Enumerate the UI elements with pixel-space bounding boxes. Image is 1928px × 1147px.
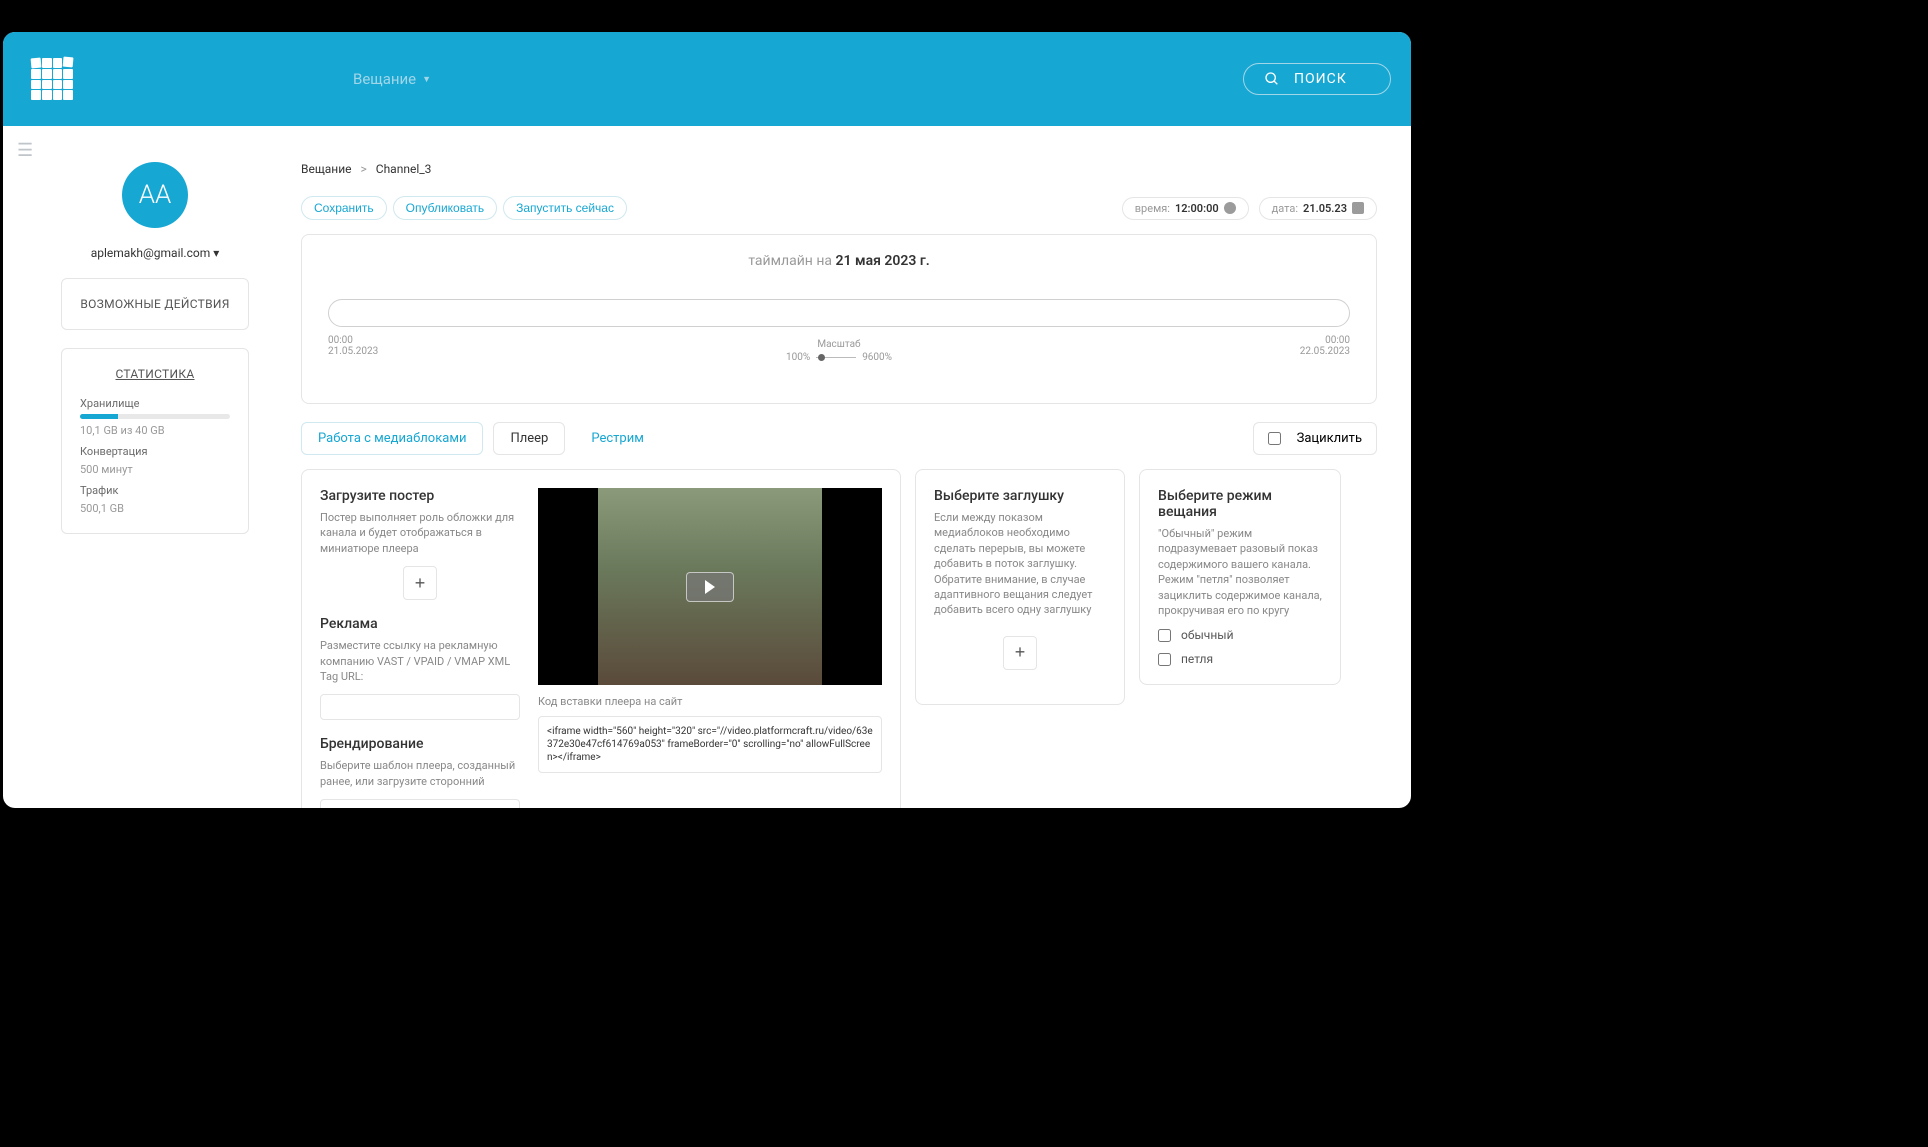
placeholder-card: Выберите заглушку Если между показом мед… [915, 469, 1125, 705]
add-placeholder-button[interactable]: + [1003, 636, 1037, 670]
stats-panel-title[interactable]: СТАТИСТИКА [80, 367, 230, 381]
storage-label: Хранилище [80, 397, 230, 410]
add-poster-button[interactable]: + [403, 566, 437, 600]
time-pill[interactable]: время: 12:00:00 [1122, 197, 1249, 220]
breadcrumb-current: Channel_3 [376, 162, 432, 176]
tab-mediablocks[interactable]: Работа с медиаблоками [301, 422, 483, 455]
breadcrumb: Вещание > Channel_3 [301, 162, 1377, 176]
mode-title: Выберите режим вещания [1158, 488, 1322, 520]
poster-player-card: Загрузите постер Постер выполняет роль о… [301, 469, 901, 808]
placeholder-desc: Если между показом медиаблоков необходим… [934, 510, 1106, 618]
loop-toggle[interactable]: Зациклить [1253, 422, 1377, 455]
tab-restream[interactable]: Рестрим [575, 423, 660, 454]
convert-label: Конвертация [80, 445, 230, 458]
search-icon [1264, 71, 1280, 87]
tabs-row: Работа с медиаблоками Плеер Рестрим Заци… [301, 422, 1377, 455]
avatar: AA [122, 162, 188, 228]
nav-label: Вещание [353, 70, 416, 88]
mode-desc: "Обычный" режим подразумевает разовый по… [1158, 526, 1322, 618]
nav-broadcast-menu[interactable]: Вещание ▼ [353, 70, 431, 88]
play-button[interactable] [686, 572, 734, 602]
chevron-down-icon: ▼ [498, 806, 509, 808]
app-header: Вещание ▼ ПОИСК [3, 32, 1411, 126]
poster-desc: Постер выполняет роль обложки для канала… [320, 510, 520, 556]
video-preview [538, 488, 882, 685]
user-email-dropdown[interactable]: aplemakh@gmail.com ▾ [61, 246, 249, 260]
actions-panel: ВОЗМОЖНЫЕ ДЕЙСТВИЯ [61, 278, 249, 330]
branding-desc: Выберите шаблон плеера, созданный ранее,… [320, 758, 520, 789]
storage-value: 10,1 GB из 40 GB [80, 424, 230, 437]
search-input[interactable]: ПОИСК [1243, 63, 1391, 95]
mode-normal-option[interactable]: обычный [1158, 628, 1322, 642]
placeholder-title: Выберите заглушку [934, 488, 1106, 504]
poster-title: Загрузите постер [320, 488, 520, 504]
timeline-title: таймлайн на 21 мая 2023 г. [328, 253, 1350, 269]
save-button[interactable]: Сохранить [301, 196, 387, 220]
chevron-down-icon: ▼ [422, 74, 431, 85]
player-template-select[interactable]: player_template1 ▼ [320, 799, 520, 808]
logo [31, 58, 73, 100]
loop-checkbox[interactable] [1268, 432, 1281, 445]
publish-button[interactable]: Опубликовать [393, 196, 497, 220]
mode-card: Выберите режим вещания "Обычный" режим п… [1139, 469, 1341, 685]
mode-loop-option[interactable]: петля [1158, 652, 1322, 666]
sidebar: AA aplemakh@gmail.com ▾ ВОЗМОЖНЫЕ ДЕЙСТВ… [61, 162, 249, 534]
traffic-label: Трафик [80, 484, 230, 497]
timeline-card: таймлайн на 21 мая 2023 г. 00:00 21.05.2… [301, 234, 1377, 404]
branding-title: Брендирование [320, 736, 520, 752]
ads-url-input[interactable] [320, 694, 520, 720]
date-pill[interactable]: дата: 21.05.23 [1259, 197, 1377, 220]
convert-value: 500 минут [80, 463, 230, 476]
hamburger-icon[interactable]: ☰ [17, 140, 33, 161]
storage-bar [80, 414, 230, 419]
traffic-value: 500,1 GB [80, 502, 230, 515]
play-icon [705, 580, 715, 594]
breadcrumb-root[interactable]: Вещание [301, 162, 352, 176]
search-placeholder: ПОИСК [1294, 71, 1347, 87]
chevron-down-icon: ▾ [213, 246, 219, 260]
timeline-track[interactable] [328, 299, 1350, 327]
mode-loop-checkbox[interactable] [1158, 653, 1171, 666]
content-grid: Загрузите постер Постер выполняет роль о… [301, 469, 1377, 808]
mode-normal-checkbox[interactable] [1158, 629, 1171, 642]
ads-title: Реклама [320, 616, 520, 632]
run-now-button[interactable]: Запустить сейчас [503, 196, 627, 220]
embed-label: Код вставки плеера на сайт [538, 695, 882, 708]
calendar-icon [1352, 202, 1364, 214]
action-row: Сохранить Опубликовать Запустить сейчас … [301, 196, 1377, 220]
tab-player[interactable]: Плеер [493, 422, 565, 455]
main-content: Вещание > Channel_3 Сохранить Опубликова… [301, 162, 1377, 808]
ads-desc: Разместите ссылку на рекламную компанию … [320, 638, 520, 684]
zoom-control: Масштаб 100% 9600% [328, 339, 1350, 363]
clock-icon [1224, 202, 1236, 214]
actions-panel-title: ВОЗМОЖНЫЕ ДЕЙСТВИЯ [80, 297, 230, 311]
zoom-slider[interactable] [816, 357, 856, 358]
stats-panel: СТАТИСТИКА Хранилище 10,1 GB из 40 GB Ко… [61, 348, 249, 534]
embed-code[interactable]: <iframe width="560" height="320" src="//… [538, 716, 882, 773]
